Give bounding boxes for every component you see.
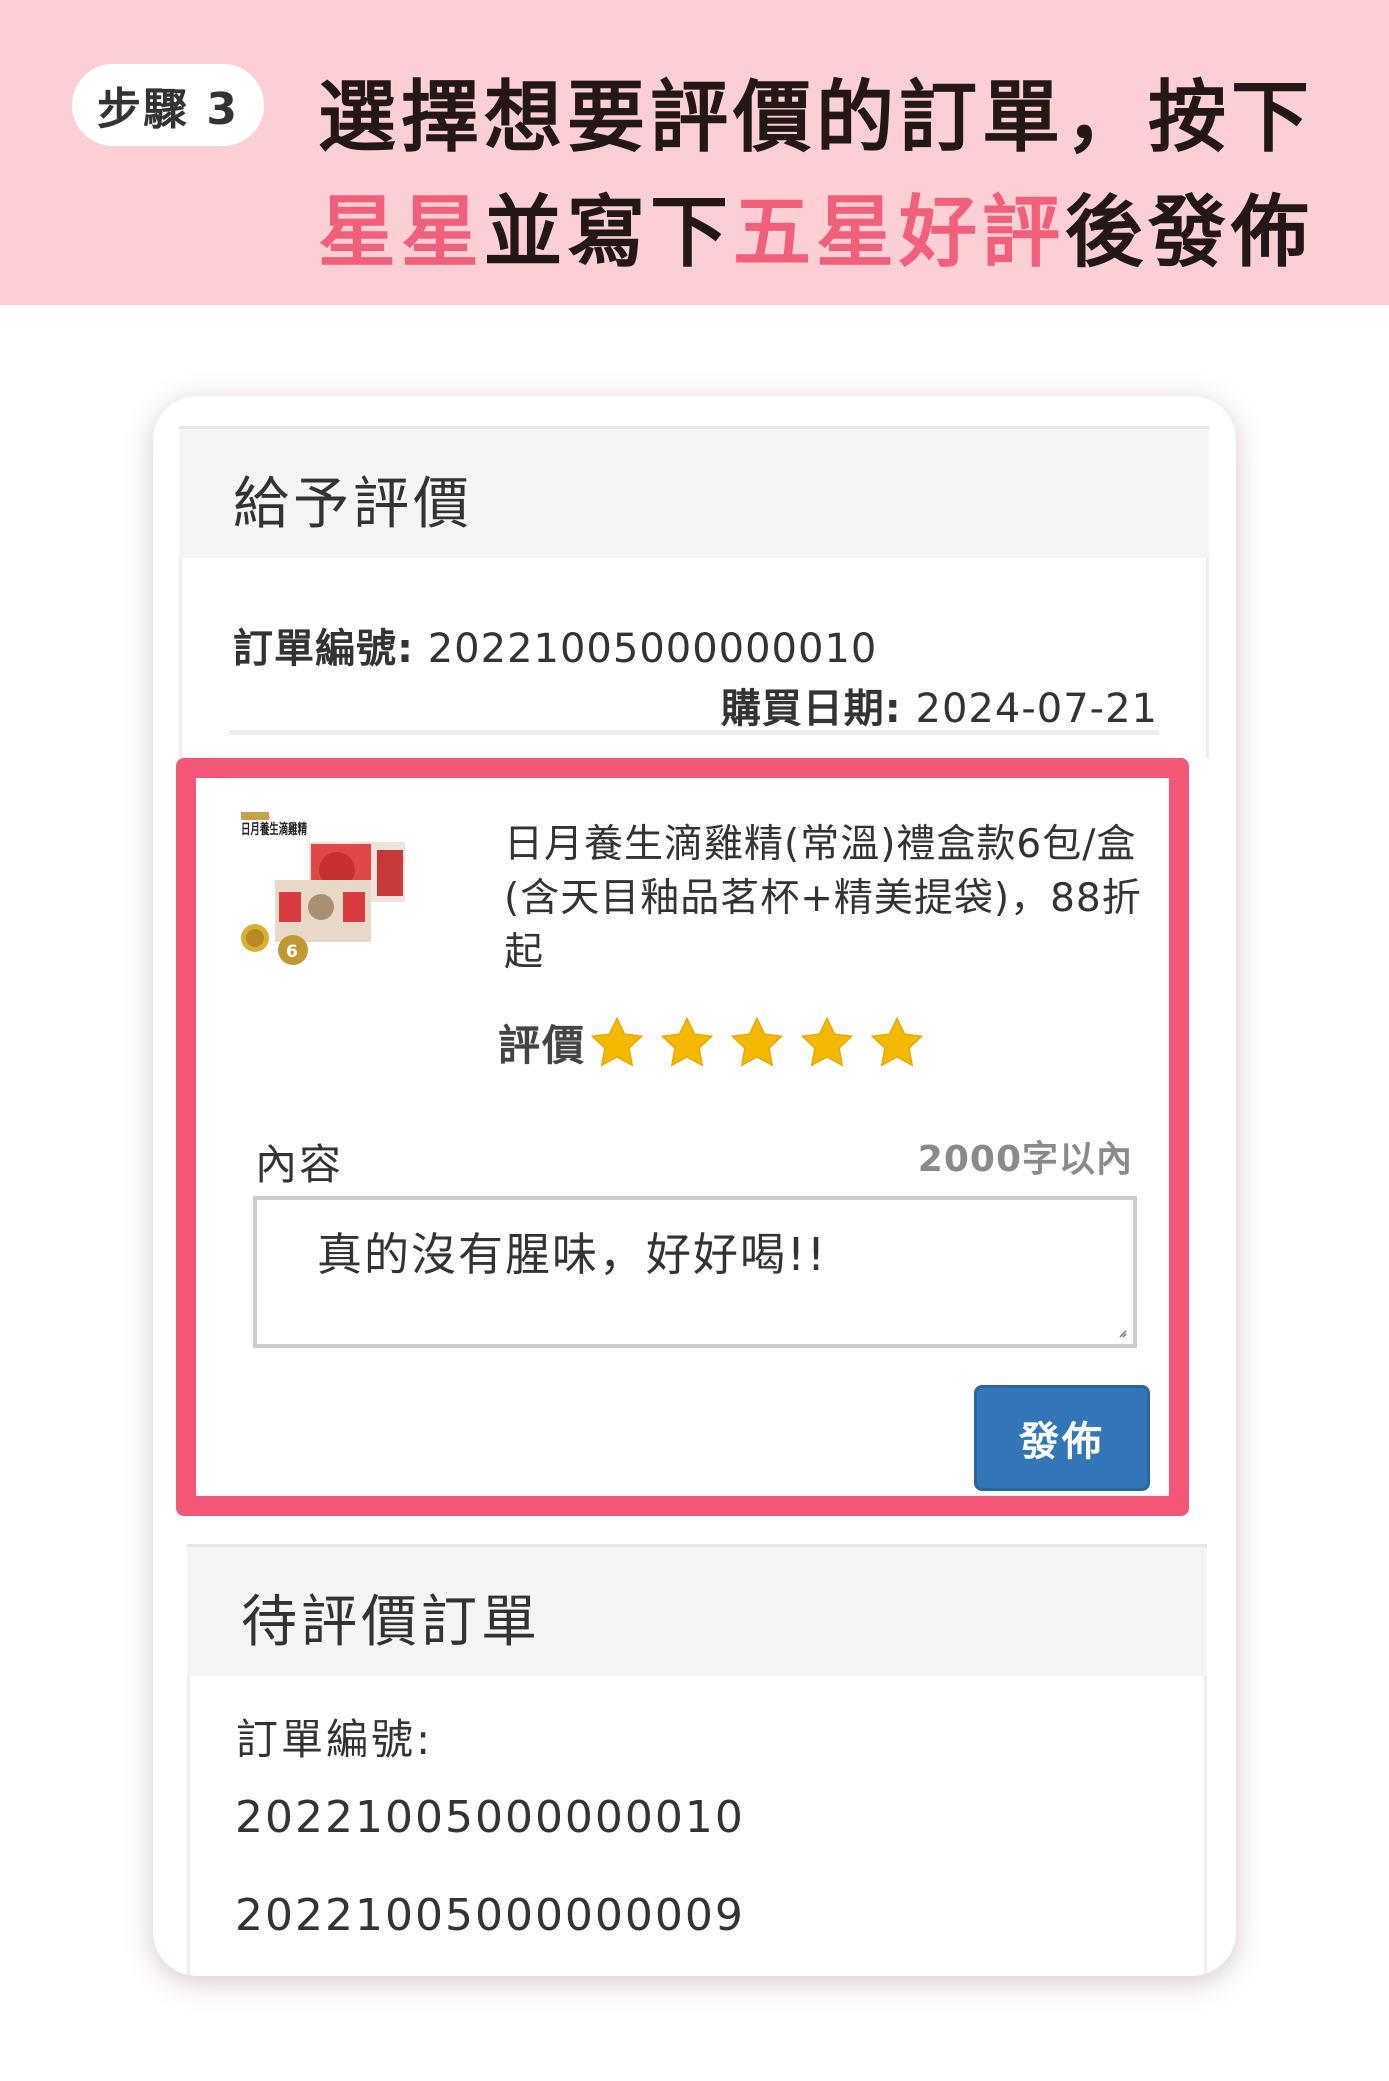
rating-label: 評價 (498, 1021, 587, 1070)
instruction-text-end: 後發佈 (1065, 188, 1315, 278)
purchase-date-value: 2024-07-21 (915, 686, 1158, 732)
star-icon-3[interactable] (728, 1014, 786, 1072)
divider (229, 730, 1159, 735)
instruction-banner: 步驟 3 選擇想要評價的訂單，按下 星星並寫下五星好評後發佈 (0, 0, 1389, 305)
review-panel-header: 給予評價 (179, 426, 1209, 558)
order-number: 訂單編號: 20221005000000010 (233, 616, 877, 674)
pending-panel-header: 待評價訂單 (187, 1544, 1207, 1676)
review-text: 真的沒有腥味，好好喝!! (317, 1228, 828, 1281)
pending-panel-title: 待評價訂單 (241, 1590, 541, 1655)
pending-order-item[interactable]: 20221005000000009 (235, 1890, 745, 1941)
step-badge: 步驟 3 (72, 64, 264, 146)
pending-border-right (1204, 1676, 1207, 1976)
order-number-value: 20221005000000010 (427, 626, 878, 672)
review-screen-card: 給予評價 訂單編號: 20221005000000010 購買日期: 2024-… (153, 396, 1236, 1976)
svg-text:6: 6 (286, 942, 298, 962)
submit-button[interactable]: 發佈 (974, 1385, 1150, 1491)
review-panel-title: 給予評價 (233, 472, 473, 537)
resize-handle-icon[interactable] (1117, 1328, 1127, 1338)
star-icon-2[interactable] (658, 1014, 716, 1072)
instruction-line-1: 選擇想要評價的訂單，按下 (318, 73, 1315, 163)
star-icon-4[interactable] (798, 1014, 856, 1072)
product-gift-box-image[interactable]: 日月養生滴雞精 6 (239, 810, 409, 980)
star-icon-5[interactable] (868, 1014, 926, 1072)
highlight-stars-text: 星星 (318, 188, 485, 278)
panel-border-right (1206, 558, 1209, 758)
order-number-label: 訂單編號: (233, 626, 414, 672)
pending-border-left (187, 1676, 190, 1976)
star-icon-1[interactable] (588, 1014, 646, 1072)
content-label: 內容 (255, 1140, 344, 1189)
character-limit: 2000字以內 (917, 1139, 1133, 1180)
purchase-date-label: 購買日期: (720, 686, 902, 732)
instruction-line-2: 星星並寫下五星好評後發佈 (318, 170, 1314, 282)
highlight-five-star-text: 五星好評 (733, 188, 1066, 278)
pending-order-label: 訂單編號: (236, 1715, 434, 1764)
review-textarea[interactable]: 真的沒有腥味，好好喝!! (253, 1196, 1137, 1348)
star-rating: 評價 (498, 1012, 938, 1073)
purchase-date: 購買日期: 2024-07-21 (721, 676, 1158, 734)
panel-border-left (179, 558, 182, 758)
product-name[interactable]: 日月養生滴雞精(常溫)禮盒款6包/盒(含天目釉品茗杯+精美提袋)，88折起 (504, 818, 1144, 980)
review-form-highlight: 日月養生滴雞精 6 日月養生滴雞精(常溫)禮盒款6包/盒(含天目釉品茗杯+精美提… (176, 758, 1189, 1516)
thumb-brand-text: 日月養生滴雞精 (241, 821, 307, 838)
pending-order-item[interactable]: 20221005000000010 (235, 1792, 745, 1843)
instruction-text: 並寫下 (484, 188, 734, 278)
